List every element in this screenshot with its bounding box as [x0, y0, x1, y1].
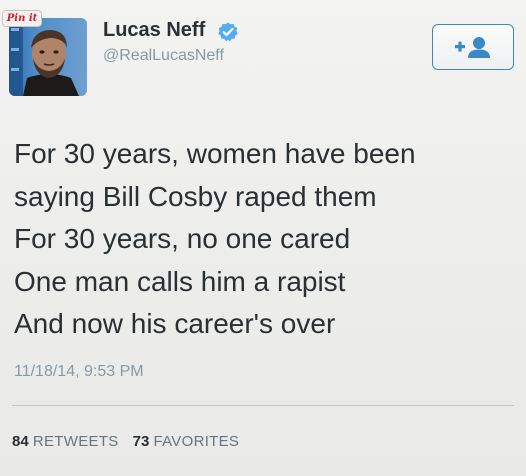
retweets-stat[interactable]: 84 RETWEETS — [12, 433, 119, 450]
add-user-icon — [455, 37, 490, 58]
favorites-stat[interactable]: 73 FAVORITES — [133, 433, 240, 450]
author-name[interactable]: Lucas Neff — [103, 19, 205, 42]
follow-button[interactable] — [432, 24, 514, 70]
avatar-photo — [9, 18, 87, 96]
retweets-label: RETWEETS — [32, 433, 119, 450]
tweet-text-line: And now his career's over — [14, 308, 336, 339]
tweet-text-line: For 30 years, women have been — [14, 138, 416, 169]
verified-badge-icon — [218, 22, 238, 42]
retweets-count: 84 — [12, 433, 29, 450]
pin-it-button[interactable]: Pin it — [2, 10, 42, 27]
favorites-count: 73 — [132, 433, 150, 450]
tweet-text-line: One man calls him a rapist — [14, 265, 346, 297]
avatar[interactable] — [9, 18, 87, 96]
author-handle[interactable]: @RealLucasNeff — [103, 47, 224, 65]
tweet-card: Pin it Lucas Neff @RealLucasNeff For 30 … — [0, 0, 526, 476]
tweet-text-line: saying Bill Cosby raped them — [14, 180, 377, 212]
tweet-text-line: For 30 years, no one cared — [14, 223, 351, 254]
favorites-label: FAVORITES — [153, 433, 240, 450]
tweet-timestamp[interactable]: 11/18/14, 9:53 PM — [14, 363, 144, 381]
tweet-text: For 30 years, women have been saying Bil… — [14, 133, 514, 346]
divider — [12, 405, 514, 406]
tweet-stats: 84 RETWEETS 73 FAVORITES — [12, 433, 253, 450]
